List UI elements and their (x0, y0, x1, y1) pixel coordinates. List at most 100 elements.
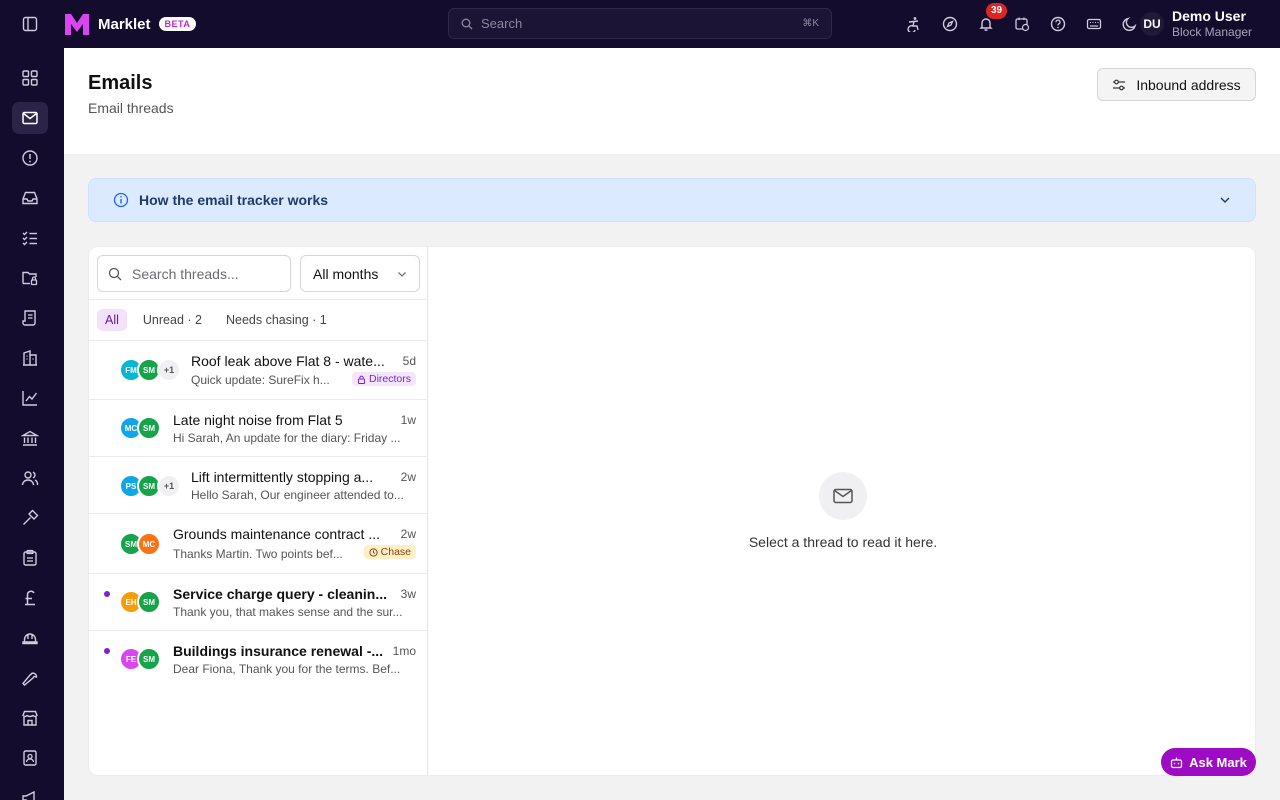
thread-row[interactable]: MC SM Late night noise from Flat 5 1w Hi… (89, 400, 428, 457)
filter-tab-unread[interactable]: Unread · 2 (135, 309, 210, 331)
bot-icon (1170, 757, 1183, 768)
marklet-logo-icon (65, 14, 89, 35)
nav-people-icon[interactable] (12, 462, 48, 494)
user-avatar: DU (1140, 12, 1164, 36)
search-icon (461, 18, 473, 29)
nav-dashboard-icon[interactable] (12, 62, 48, 94)
nav-clipboard-icon[interactable] (12, 542, 48, 574)
accessibility-icon[interactable] (902, 12, 926, 36)
inbound-address-label: Inbound address (1136, 76, 1241, 93)
thread-time: 1mo (392, 644, 416, 658)
thread-row[interactable]: EH SM Service charge query - cleanin... … (89, 574, 428, 631)
thread-reading-pane: Select a thread to read it here. (429, 247, 1255, 775)
thread-preview: Dear Fiona, Thank you for the terms. Bef… (173, 662, 401, 676)
lock-icon (357, 375, 365, 384)
ask-mark-button[interactable]: Ask Mark (1161, 748, 1256, 776)
nav-hard-hat-icon[interactable] (12, 622, 48, 654)
nav-inbox-icon[interactable] (12, 182, 48, 214)
nav-alerts-icon[interactable] (12, 142, 48, 174)
empty-state-text: Select a thread to read it here. (748, 534, 938, 550)
page-header: Emails Email threads Inbound address (64, 48, 1280, 154)
global-search[interactable]: Search ⌘K (448, 8, 832, 39)
avatar: SM (137, 416, 161, 440)
nav-documents-icon[interactable] (12, 302, 48, 334)
nav-secure-folder-icon[interactable] (12, 262, 48, 294)
nav-tasks-icon[interactable] (12, 222, 48, 254)
thread-subject: Service charge query - cleanin... (173, 586, 387, 602)
compass-icon[interactable] (938, 12, 962, 36)
page-title: Emails (88, 72, 153, 94)
chase-tag: Chase (363, 545, 416, 559)
tag-label: Directors (368, 373, 411, 385)
thread-time: 1w (400, 413, 416, 427)
thread-subject: Grounds maintenance contract ... (173, 526, 380, 542)
search-placeholder: Search (481, 16, 523, 31)
thread-preview: Hi Sarah, An update for the diary: Frida… (173, 431, 401, 445)
sidebar-toggle-icon[interactable] (20, 14, 40, 34)
avatar: SM (137, 647, 161, 671)
unread-indicator (104, 648, 110, 654)
nav-pound-icon[interactable] (12, 582, 48, 614)
nav-store-icon[interactable] (12, 702, 48, 734)
avatar-overflow: +1 (157, 358, 181, 382)
thread-row[interactable]: PS SM +1 Lift intermittently stopping a.… (89, 457, 428, 514)
mail-icon (819, 472, 867, 520)
thread-filter-tabs: All Unread · 2 Needs chasing · 1 (89, 299, 428, 341)
clock-icon (369, 547, 378, 557)
notification-count-badge: 39 (986, 3, 1008, 19)
sliders-icon (1113, 79, 1126, 90)
month-filter-select[interactable]: All months (300, 255, 420, 292)
thread-subject: Late night noise from Flat 5 (173, 412, 343, 428)
top-bar: Marklet BETA Search ⌘K 39 DU Demo User B… (0, 0, 1280, 48)
thread-row[interactable]: SM MC Grounds maintenance contract ... 2… (89, 514, 428, 574)
avatar-overflow: +1 (157, 474, 181, 498)
ask-mark-label: Ask Mark (1189, 754, 1247, 770)
nav-wrench-icon[interactable] (12, 662, 48, 694)
thread-search-placeholder: Search threads... (132, 265, 239, 282)
avatar: SM (137, 590, 161, 614)
thread-preview: Thank you, that makes sense and the sur.… (173, 605, 403, 619)
search-shortcut: ⌘K (802, 18, 819, 29)
page-subtitle: Email threads (88, 100, 174, 116)
thread-row[interactable]: FE SM Buildings insurance renewal -... 1… (89, 631, 428, 688)
banner-title: How the email tracker works (139, 192, 329, 208)
moon-icon[interactable] (1118, 12, 1142, 36)
nav-reports-icon[interactable] (12, 382, 48, 414)
bell-icon[interactable]: 39 (974, 3, 1008, 36)
thread-subject: Roof leak above Flat 8 - wate... (191, 353, 385, 369)
thread-time: 2w (400, 470, 416, 484)
thread-time: 3w (400, 587, 416, 601)
month-filter-value: All months (313, 265, 379, 282)
chevron-down-icon[interactable] (1219, 194, 1231, 206)
search-icon (108, 267, 122, 280)
thread-search-input[interactable]: Search threads... (97, 255, 291, 292)
info-icon (113, 192, 129, 208)
email-tracker-info-banner[interactable]: How the email tracker works (88, 178, 1256, 222)
user-menu[interactable]: DU Demo User Block Manager (1140, 8, 1252, 40)
beta-badge: BETA (158, 17, 197, 31)
nav-megaphone-icon[interactable] (12, 782, 48, 800)
nav-hammer-icon[interactable] (12, 502, 48, 534)
nav-bank-icon[interactable] (12, 422, 48, 454)
thread-subject: Buildings insurance renewal -... (173, 643, 384, 659)
tag-label: Chase (380, 546, 411, 558)
inbound-address-button[interactable]: Inbound address (1097, 68, 1256, 101)
thread-preview: Thanks Martin. Two points bef... (173, 547, 343, 561)
thread-time: 5d (402, 354, 416, 368)
calendar-clock-icon[interactable] (1010, 12, 1034, 36)
user-name: Demo User (1172, 8, 1246, 24)
chevron-down-icon (398, 271, 406, 277)
filter-tab-needs-chasing[interactable]: Needs chasing · 1 (218, 309, 335, 331)
app-logo[interactable]: Marklet BETA (64, 12, 197, 36)
app-name: Marklet (98, 15, 151, 33)
nav-contacts-icon[interactable] (12, 742, 48, 774)
help-icon[interactable] (1046, 12, 1070, 36)
avatar: MC (137, 532, 161, 556)
nav-emails-icon[interactable] (12, 102, 48, 134)
thread-preview: Quick update: SureFix h... (191, 373, 330, 387)
filter-tab-all[interactable]: All (97, 309, 127, 331)
keyboard-icon[interactable] (1082, 12, 1106, 36)
unread-indicator (104, 591, 110, 597)
nav-buildings-icon[interactable] (12, 342, 48, 374)
thread-row[interactable]: FM SM +1 Roof leak above Flat 8 - wate..… (89, 341, 428, 400)
